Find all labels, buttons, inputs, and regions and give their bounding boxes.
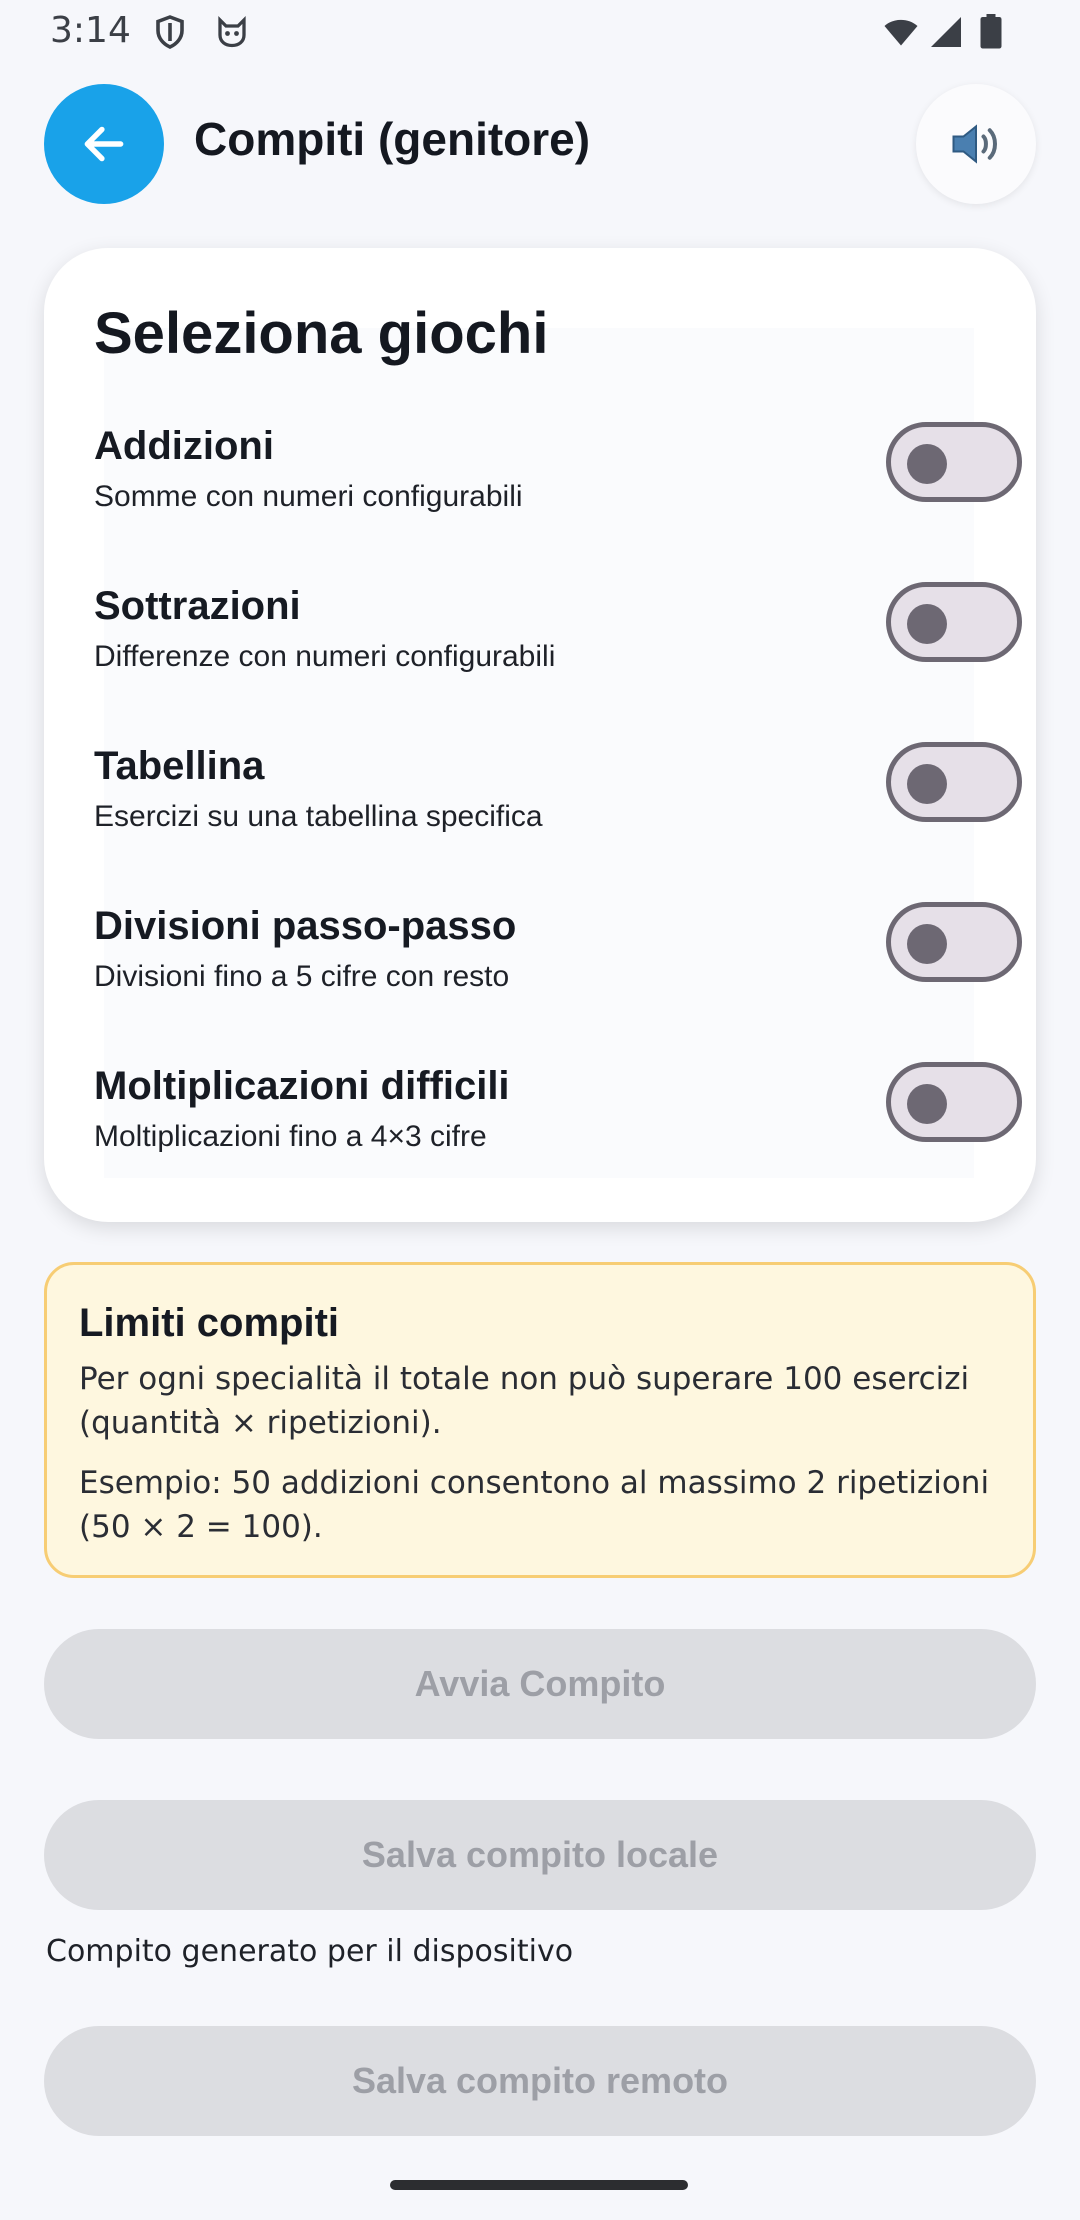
moltiplicazioni-switch[interactable] <box>886 1062 1022 1142</box>
cat-face-icon <box>218 16 246 48</box>
home-indicator[interactable] <box>390 2180 688 2190</box>
game-name: Moltiplicazioni difficili <box>94 1064 510 1108</box>
page-title: Compiti (genitore) <box>194 113 591 165</box>
card-title: Seleziona giochi <box>94 301 549 366</box>
games-card: Seleziona giochi Addizioni Somme con num… <box>44 248 1036 1222</box>
tabellina-switch[interactable] <box>886 742 1022 822</box>
limits-title: Limiti compiti <box>79 1301 339 1345</box>
start-task-button[interactable]: Avvia Compito <box>44 1629 1036 1739</box>
switch-knob <box>907 604 947 644</box>
game-name: Addizioni <box>94 424 274 468</box>
sound-button[interactable] <box>916 84 1036 204</box>
save-remote-task-button[interactable]: Salva compito remoto <box>44 2026 1036 2136</box>
game-name: Divisioni passo-passo <box>94 904 517 948</box>
status-bar: 3:14 <box>0 0 1080 66</box>
game-description: Esercizi su una tabellina specifica <box>94 800 543 833</box>
game-row-tabellina: Tabellina Esercizi su una tabellina spec… <box>94 742 1022 854</box>
shield-icon <box>156 15 184 49</box>
battery-icon <box>980 14 1002 49</box>
limits-info-box: Limiti compiti Per ogni specialità il to… <box>44 1262 1036 1578</box>
divisioni-switch[interactable] <box>886 902 1022 982</box>
speaker-icon <box>952 124 997 164</box>
game-description: Somme con numeri configurabili <box>94 480 523 513</box>
status-time: 3:14 <box>50 10 131 51</box>
back-button[interactable] <box>44 84 164 204</box>
sottrazioni-switch[interactable] <box>886 582 1022 662</box>
game-name: Sottrazioni <box>94 584 301 628</box>
game-description: Divisioni fino a 5 cifre con resto <box>94 960 510 993</box>
arrow-left-icon <box>84 126 124 162</box>
switch-knob <box>907 924 947 964</box>
game-description: Differenze con numeri configurabili <box>94 640 556 673</box>
switch-knob <box>907 764 947 804</box>
game-row-sottrazioni: Sottrazioni Differenze con numeri config… <box>94 582 1022 694</box>
limits-example-text: Esempio: 50 addizioni consentono al mass… <box>79 1465 990 1545</box>
limits-rule-text: Per ogni specialità il totale non può su… <box>79 1361 970 1441</box>
game-row-moltiplicazioni: Moltiplicazioni difficili Moltiplicazion… <box>94 1062 1022 1174</box>
cellular-signal-icon <box>931 17 961 47</box>
local-task-caption: Compito generato per il dispositivo <box>46 1934 574 1969</box>
addizioni-switch[interactable] <box>886 422 1022 502</box>
game-row-addizioni: Addizioni Somme con numeri configurabili <box>94 422 1022 534</box>
game-description: Moltiplicazioni fino a 4×3 cifre <box>94 1120 487 1153</box>
wifi-icon <box>884 19 918 46</box>
save-local-task-button[interactable]: Salva compito locale <box>44 1800 1036 1910</box>
game-name: Tabellina <box>94 744 265 788</box>
switch-knob <box>907 1084 947 1124</box>
game-row-divisioni: Divisioni passo-passo Divisioni fino a 5… <box>94 902 1022 1014</box>
switch-knob <box>907 444 947 484</box>
